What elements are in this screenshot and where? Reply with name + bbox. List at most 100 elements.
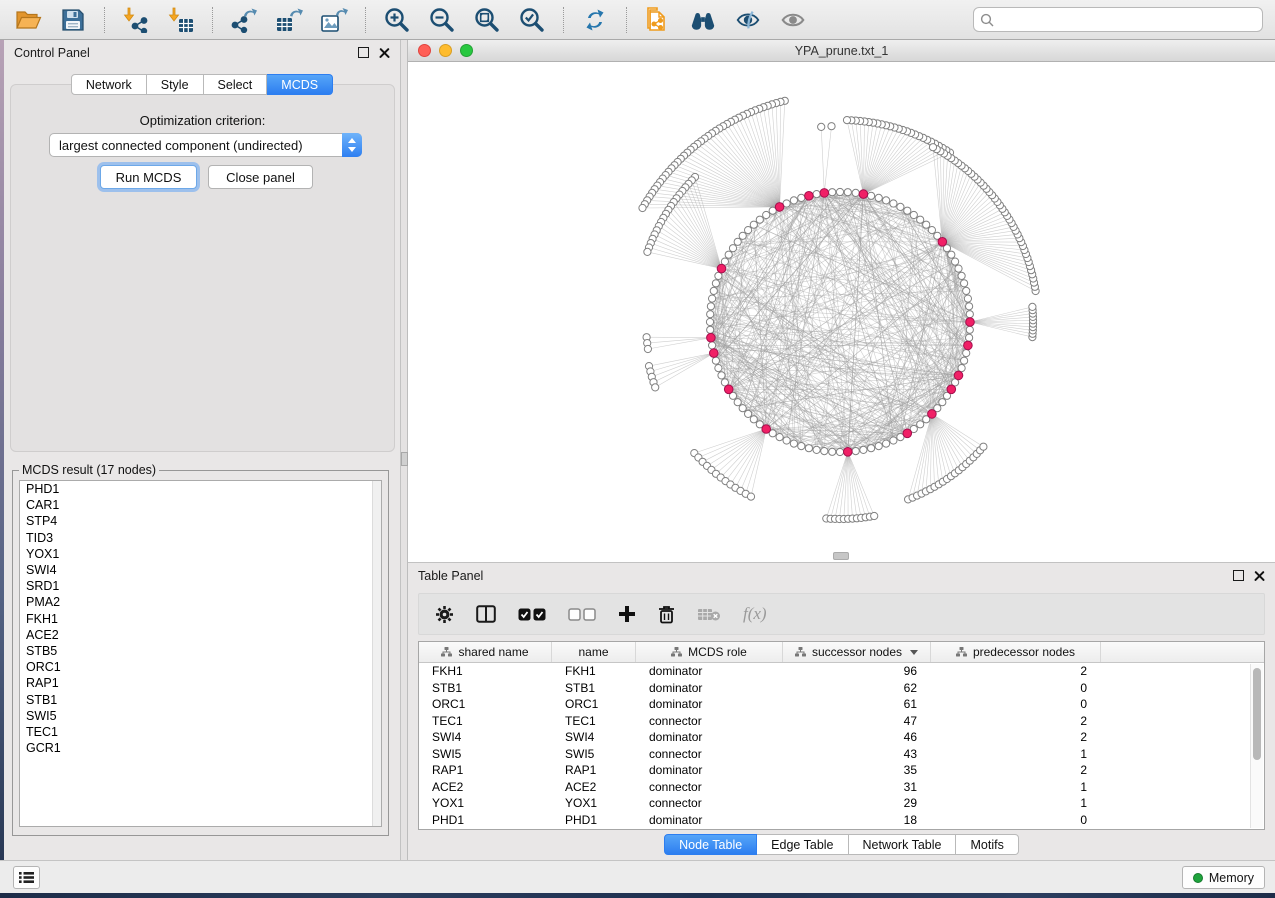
column-header-name[interactable]: name (552, 642, 636, 662)
tab-edge-table[interactable]: Edge Table (757, 834, 848, 855)
column-header-shared-name[interactable]: shared name (419, 642, 552, 662)
tab-node-table[interactable]: Node Table (664, 834, 757, 855)
table-row[interactable]: YOX1YOX1connector291 (419, 795, 1264, 812)
table-row[interactable]: TEC1TEC1connector472 (419, 713, 1264, 730)
close-panel-icon[interactable] (379, 47, 390, 58)
criterion-dropdown[interactable]: largest connected component (undirected) (49, 133, 362, 157)
cell-name: RAP1 (552, 763, 636, 777)
binoculars-icon[interactable] (689, 6, 717, 34)
export-network-icon[interactable] (230, 6, 258, 34)
import-network-icon[interactable] (122, 6, 150, 34)
mcds-result-item[interactable]: SWI4 (20, 562, 381, 578)
mcds-result-item[interactable]: STP4 (20, 513, 381, 529)
mcds-result-item[interactable]: STB5 (20, 643, 381, 659)
mcds-result-item[interactable]: TID3 (20, 530, 381, 546)
splitter-handle[interactable] (401, 452, 408, 466)
export-table-icon[interactable] (275, 6, 303, 34)
zoom-selected-icon[interactable] (518, 6, 546, 34)
network-window-titlebar[interactable]: YPA_prune.txt_1 (408, 40, 1275, 62)
mcds-result-item[interactable]: ACE2 (20, 627, 381, 643)
network-hscroll-thumb[interactable] (833, 552, 849, 560)
table-row[interactable]: ORC1ORC1dominator610 (419, 696, 1264, 713)
table-row[interactable]: PHD1PHD1dominator180 (419, 812, 1264, 829)
panel-splitter[interactable] (401, 40, 408, 893)
table-row[interactable]: RAP1RAP1dominator352 (419, 762, 1264, 779)
tab-style[interactable]: Style (147, 74, 204, 95)
mcds-result-item[interactable]: STB1 (20, 692, 381, 708)
mcds-list-scrollbar[interactable] (372, 481, 381, 826)
cell-MCDS-role: connector (636, 780, 783, 794)
run-mcds-button[interactable]: Run MCDS (100, 165, 197, 189)
memory-button[interactable]: Memory (1182, 866, 1265, 889)
table-scrollbar-track[interactable] (1250, 664, 1263, 828)
trash-icon[interactable] (658, 605, 675, 624)
table-row[interactable]: SWI4SWI4dominator462 (419, 729, 1264, 746)
column-header-filler (1101, 642, 1264, 662)
dropdown-stepper-icon (342, 133, 362, 157)
split-columns-icon[interactable] (476, 605, 496, 623)
table-row[interactable]: STB1STB1dominator620 (419, 680, 1264, 697)
search-input[interactable] (999, 13, 1256, 27)
share-document-icon[interactable] (644, 6, 672, 34)
mcds-result-list: PHD1CAR1STP4TID3YOX1SWI4SRD1PMA2FKH1ACE2… (19, 480, 382, 827)
tab-select[interactable]: Select (204, 74, 268, 95)
mcds-result-item[interactable]: CAR1 (20, 497, 381, 513)
tab-mcds[interactable]: MCDS (267, 74, 333, 95)
zoom-out-icon[interactable] (428, 6, 456, 34)
close-panel-icon[interactable] (1254, 570, 1265, 581)
plus-icon[interactable] (618, 605, 636, 623)
mcds-result-item[interactable]: YOX1 (20, 546, 381, 562)
tab-network[interactable]: Network (71, 74, 147, 95)
column-header-successor-nodes[interactable]: successor nodes (783, 642, 931, 662)
cell-successor-nodes: 29 (783, 796, 931, 810)
cell-MCDS-role: dominator (636, 697, 783, 711)
cell-name: YOX1 (552, 796, 636, 810)
cell-MCDS-role: dominator (636, 763, 783, 777)
mcds-result-item[interactable]: GCR1 (20, 740, 381, 756)
cell-name: ORC1 (552, 697, 636, 711)
table-scrollbar-thumb[interactable] (1253, 668, 1261, 760)
network-canvas[interactable] (408, 62, 1275, 561)
close-panel-button[interactable]: Close panel (208, 165, 313, 189)
column-header-MCDS-role[interactable]: MCDS role (636, 642, 783, 662)
mcds-result-item[interactable]: SRD1 (20, 578, 381, 594)
table-row[interactable]: SWI5SWI5connector431 (419, 746, 1264, 763)
mcds-result-item[interactable]: SWI5 (20, 708, 381, 724)
save-session-icon[interactable] (59, 6, 87, 34)
float-panel-icon[interactable] (1233, 570, 1244, 581)
refresh-icon[interactable] (581, 6, 609, 34)
gear-icon[interactable] (435, 605, 454, 624)
cell-name: SWI5 (552, 747, 636, 761)
tab-network-table[interactable]: Network Table (849, 834, 957, 855)
open-session-icon[interactable] (14, 6, 42, 34)
window-close-icon[interactable] (418, 44, 431, 57)
zoom-in-icon[interactable] (383, 6, 411, 34)
checked-boxes-icon[interactable] (518, 608, 546, 621)
cytoscape-app: Control Panel NetworkStyleSelectMCDS Opt… (0, 0, 1275, 898)
float-panel-icon[interactable] (358, 47, 369, 58)
export-image-icon[interactable] (320, 6, 348, 34)
zoom-fit-icon[interactable] (473, 6, 501, 34)
desktop-wallpaper-strip (0, 893, 1275, 898)
hide-eye-icon[interactable] (734, 6, 762, 34)
network-window-title: YPA_prune.txt_1 (795, 44, 889, 58)
mcds-result-item[interactable]: PMA2 (20, 594, 381, 610)
mcds-result-item[interactable]: RAP1 (20, 675, 381, 691)
table-row[interactable]: ACE2ACE2connector311 (419, 779, 1264, 796)
mcds-result-item[interactable]: PHD1 (20, 481, 381, 497)
window-maximize-icon[interactable] (460, 44, 473, 57)
import-table-icon[interactable] (167, 6, 195, 34)
eye-icon[interactable] (779, 6, 807, 34)
table-row[interactable]: FKH1FKH1dominator962 (419, 663, 1264, 680)
mcds-result-item[interactable]: TEC1 (20, 724, 381, 740)
column-header-predecessor-nodes[interactable]: predecessor nodes (931, 642, 1101, 662)
task-history-button[interactable] (13, 866, 40, 889)
cell-MCDS-role: dominator (636, 813, 783, 827)
mcds-result-item[interactable]: FKH1 (20, 611, 381, 627)
cell-predecessor-nodes: 2 (931, 714, 1101, 728)
tab-motifs[interactable]: Motifs (956, 834, 1018, 855)
window-minimize-icon[interactable] (439, 44, 452, 57)
mcds-result-title: MCDS result (17 nodes) (19, 463, 159, 477)
mcds-result-item[interactable]: ORC1 (20, 659, 381, 675)
unchecked-boxes-icon[interactable] (568, 608, 596, 621)
